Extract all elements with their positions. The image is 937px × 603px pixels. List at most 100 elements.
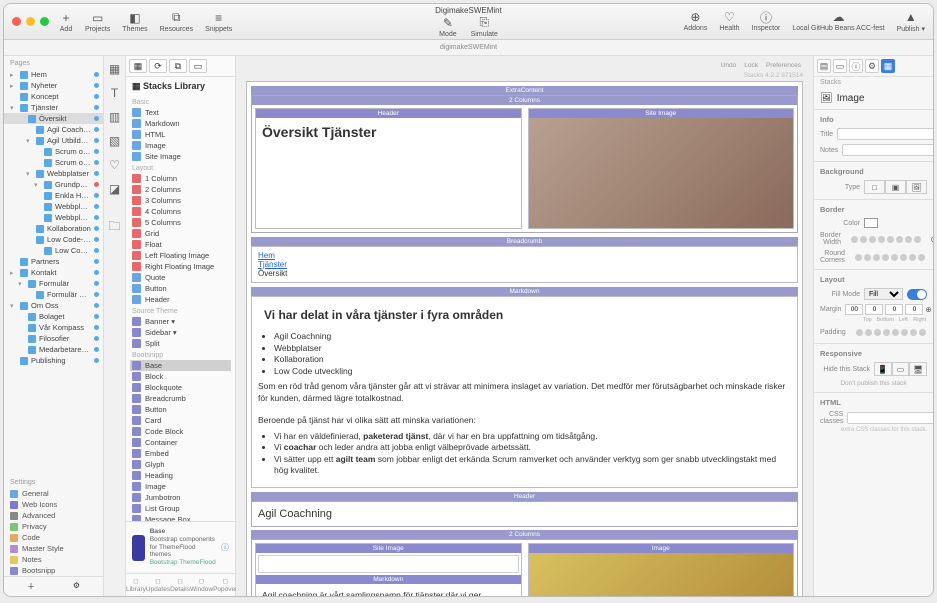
- add-page-button[interactable]: ＋: [27, 581, 35, 592]
- column-left[interactable]: Header Översikt Tjänster: [255, 108, 522, 229]
- library-tab-external[interactable]: ⧉: [169, 59, 187, 73]
- page-item[interactable]: ▾Tjänster: [4, 102, 103, 113]
- margin-left-input[interactable]: [885, 304, 903, 315]
- settings-item[interactable]: Master Style: [4, 543, 103, 554]
- toolbar-health[interactable]: ♡Health: [719, 10, 739, 32]
- breadcrumb-link-hem[interactable]: Hem: [258, 251, 791, 260]
- library-item[interactable]: Right Floating Image: [130, 261, 231, 272]
- library-item[interactable]: Text: [130, 107, 231, 118]
- page-item[interactable]: Low Code verktyg: [4, 245, 103, 256]
- library-item[interactable]: Code Block: [130, 426, 231, 437]
- media-stacks-icon[interactable]: ▧: [108, 134, 122, 148]
- library-item[interactable]: Block: [130, 371, 231, 382]
- toolbar-themes[interactable]: ◧Themes: [122, 11, 147, 33]
- page-item[interactable]: Filosofier: [4, 333, 103, 344]
- library-item[interactable]: Sidebar ▾: [130, 327, 231, 338]
- library-item[interactable]: Left Floating Image: [130, 250, 231, 261]
- border-color-swatch[interactable]: [864, 218, 878, 228]
- addon-info-icon[interactable]: ⓘ: [221, 542, 229, 553]
- minimize-window-button[interactable]: [26, 17, 35, 26]
- library-list[interactable]: BasicTextMarkdownHTMLImageSite ImageLayo…: [126, 96, 235, 521]
- page-heading[interactable]: Översikt Tjänster: [256, 118, 521, 146]
- toolbar-resources[interactable]: ⧉Resources: [160, 11, 193, 33]
- library-item[interactable]: Markdown: [130, 118, 231, 129]
- inspector-tab-screen[interactable]: ▭: [833, 59, 847, 73]
- library-item[interactable]: Heading: [130, 470, 231, 481]
- page-item[interactable]: Scrum och agil f…: [4, 146, 103, 157]
- library-item[interactable]: Banner ▾: [130, 316, 231, 327]
- notes-input[interactable]: [842, 144, 933, 156]
- all-stacks-icon[interactable]: ▦: [108, 62, 122, 76]
- page-item[interactable]: Vår Kompass: [4, 322, 103, 333]
- toolbar-addons[interactable]: ⊕Addons: [684, 10, 708, 32]
- page-item[interactable]: Medarbetare och frila…: [4, 344, 103, 355]
- toolbar-inspector[interactable]: ⓘInspector: [752, 10, 781, 32]
- libfooter-window[interactable]: ◻Window: [190, 577, 213, 593]
- library-tab-templates[interactable]: ▭: [189, 59, 207, 73]
- library-item[interactable]: Base: [130, 360, 231, 371]
- library-item[interactable]: Site Image: [130, 151, 231, 162]
- breadcrumb-link-tjanster[interactable]: Tjänster: [258, 260, 791, 269]
- library-item[interactable]: Message Box: [130, 514, 231, 521]
- toolbar-local-github-beans-acc-fest[interactable]: ☁Local GitHub Beans ACC-fest: [792, 10, 884, 32]
- bg-type-image[interactable]: 🖼: [906, 180, 927, 194]
- zoom-window-button[interactable]: [40, 17, 49, 26]
- bg-type-color[interactable]: ▣: [885, 180, 906, 194]
- page-item[interactable]: Low Code-Utveckling: [4, 234, 103, 245]
- library-item[interactable]: Image: [130, 481, 231, 492]
- inspector-tab-stack[interactable]: ▦: [881, 59, 895, 73]
- libfooter-details[interactable]: ◻Details: [170, 577, 190, 593]
- library-item[interactable]: 4 Columns: [130, 206, 231, 217]
- close-window-button[interactable]: [12, 17, 21, 26]
- page-item[interactable]: Webbplats Prem…: [4, 212, 103, 223]
- site-image-dropzone[interactable]: [258, 555, 519, 573]
- library-item[interactable]: Quote: [130, 272, 231, 283]
- margin-top-input[interactable]: [845, 304, 863, 315]
- page-item[interactable]: ▸Hem: [4, 69, 103, 80]
- inspector-tab-gear[interactable]: ⚙: [865, 59, 879, 73]
- library-item[interactable]: Card: [130, 415, 231, 426]
- layout-stacks-icon[interactable]: ▥: [108, 110, 122, 124]
- library-item[interactable]: 5 Columns: [130, 217, 231, 228]
- library-item[interactable]: Embed: [130, 448, 231, 459]
- library-item[interactable]: Glyph: [130, 459, 231, 470]
- page-item[interactable]: ▾Agil Utbildning: [4, 135, 103, 146]
- library-item[interactable]: Float: [130, 239, 231, 250]
- preferences-button[interactable]: Preferences: [766, 62, 801, 69]
- library-item[interactable]: Header: [130, 294, 231, 305]
- page-item[interactable]: ▸Nyheter: [4, 80, 103, 91]
- undo-button[interactable]: Undo: [721, 62, 737, 69]
- toolbar-snippets[interactable]: ≡Snippets: [205, 11, 232, 33]
- page-item[interactable]: ▾Grundpaket: [4, 179, 103, 190]
- header-stack-2[interactable]: Agil Coachning: [251, 501, 798, 527]
- breadcrumb-stack[interactable]: Hem Tjänster Översikt: [251, 246, 798, 283]
- hide-tablet[interactable]: ▭: [892, 362, 910, 376]
- library-item[interactable]: Breadcrumb: [130, 393, 231, 404]
- page-item[interactable]: Publishing: [4, 355, 103, 366]
- libfooter-library[interactable]: ◻Library: [126, 577, 146, 593]
- toolbar-projects[interactable]: ▭Projects: [85, 11, 110, 33]
- settings-item[interactable]: Bootsnipp: [4, 565, 103, 576]
- toolbar-mode[interactable]: ✎Mode: [439, 16, 457, 38]
- page-item[interactable]: Partners: [4, 256, 103, 267]
- settings-item[interactable]: Code: [4, 532, 103, 543]
- page-item[interactable]: Kollaboration: [4, 223, 103, 234]
- library-item[interactable]: Image: [130, 140, 231, 151]
- settings-item[interactable]: Notes: [4, 554, 103, 565]
- fill-mode-select[interactable]: Fill: [864, 288, 903, 300]
- page-item[interactable]: Agil Coachning: [4, 124, 103, 135]
- column-right[interactable]: Site Image: [528, 108, 795, 229]
- hidden-stacks-icon[interactable]: ◪: [108, 182, 122, 196]
- page-item[interactable]: ▾Formulär: [4, 278, 103, 289]
- column2-right[interactable]: Image: [528, 543, 795, 596]
- page-item[interactable]: Koncept: [4, 91, 103, 102]
- libfooter-updates[interactable]: ◻Updates: [146, 577, 170, 593]
- library-tab-library[interactable]: ▦: [129, 59, 147, 73]
- library-item[interactable]: Container: [130, 437, 231, 448]
- markdown-stack-1[interactable]: Vi har delat in våra tjänster i fyra omr…: [251, 296, 798, 488]
- toolbar-publish-[interactable]: ▲Publish ▾: [897, 10, 925, 33]
- two-columns-stack-2[interactable]: Site Image Markdown Agil coachning är vå…: [251, 539, 798, 596]
- inspector-tab-info[interactable]: ⓘ: [849, 59, 863, 73]
- page-item[interactable]: Enkla Hemsidan: [4, 190, 103, 201]
- library-item[interactable]: 2 Columns: [130, 184, 231, 195]
